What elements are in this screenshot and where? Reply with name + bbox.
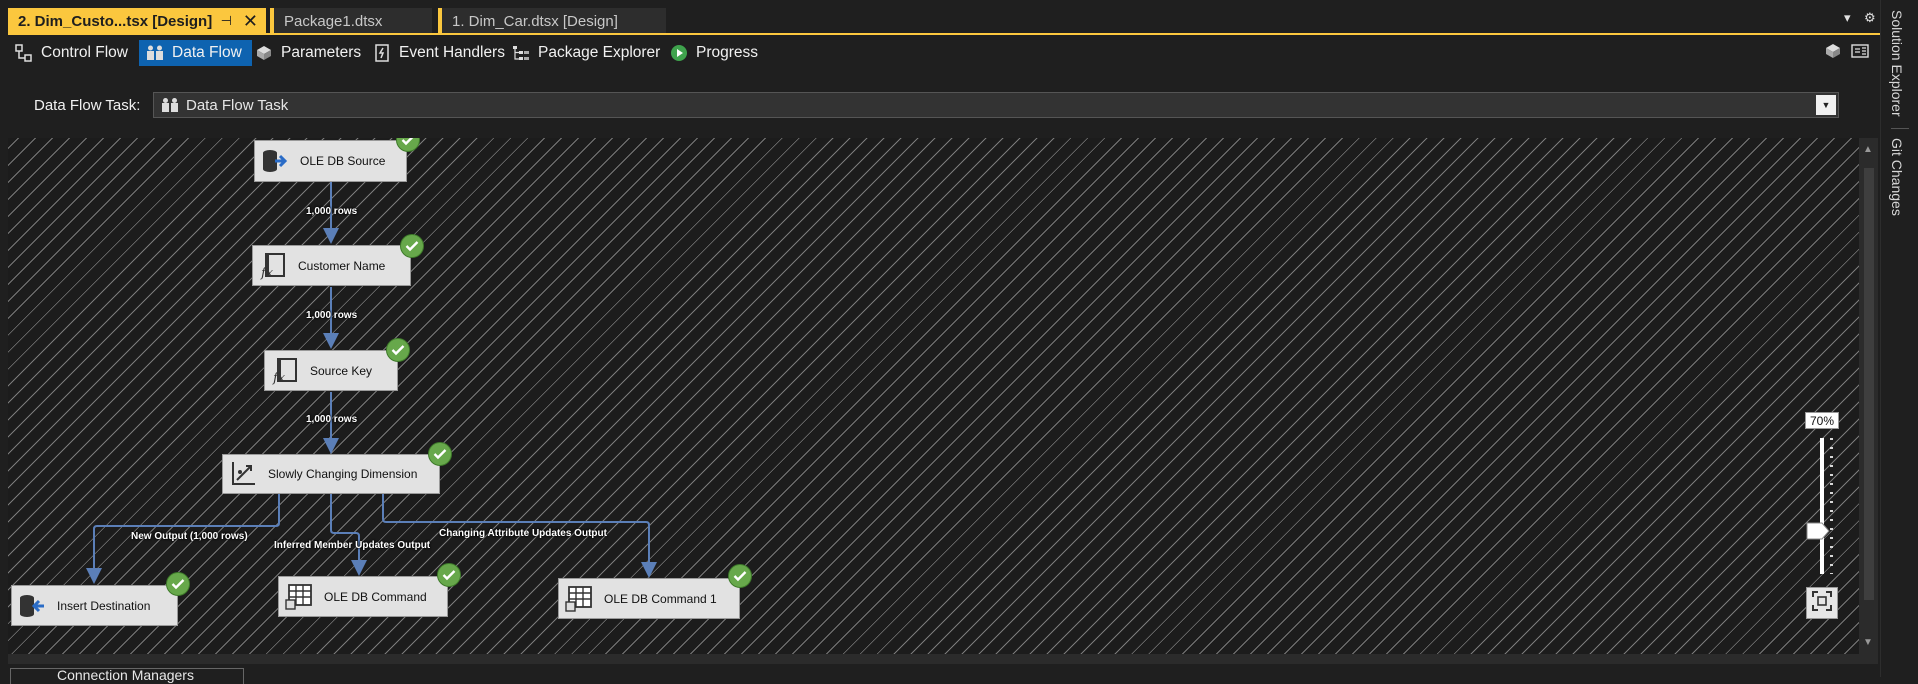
success-check-icon	[166, 572, 190, 596]
chevron-down-icon[interactable]: ▼	[1816, 95, 1836, 115]
tab-label: Progress	[696, 44, 759, 61]
zoom-level-label: 70%	[1805, 412, 1839, 429]
canvas-bottom-divider	[8, 654, 1878, 664]
side-tool-windows: Solution Explorer Git Changes	[1880, 0, 1918, 677]
path-row-count-label: 1,000 rows	[306, 206, 358, 217]
data-flow-task-value: Data Flow Task	[186, 96, 289, 114]
document-tab-label: Package1.dtsx	[284, 12, 383, 30]
path-scd-inferred-member	[330, 494, 367, 576]
component-ole-db-source[interactable]: OLE DB Source	[254, 140, 407, 182]
zoom-slider-thumb[interactable]	[1806, 522, 1830, 544]
close-icon[interactable]: ✕	[243, 11, 258, 32]
ole-db-command-icon	[284, 582, 314, 612]
tab-connection-managers[interactable]: Connection Managers	[10, 668, 244, 684]
data-flow-task-row: Data Flow Task: Data Flow Task ▼	[0, 80, 1880, 130]
pin-icon[interactable]: ⊣	[221, 13, 232, 29]
tab-label: Control Flow	[41, 44, 128, 61]
document-tab-label: 1. Dim_Car.dtsx [Design]	[452, 12, 618, 30]
document-tab-dim-car[interactable]: 1. Dim_Car.dtsx [Design]	[438, 8, 666, 34]
side-tab-divider	[1891, 128, 1909, 129]
path-inferred-member-label: Inferred Member Updates Output	[274, 540, 431, 551]
control-flow-icon	[14, 43, 34, 63]
document-tab-package1[interactable]: Package1.dtsx	[270, 8, 432, 34]
document-tab-label: 2. Dim_Custo...tsx [Design]	[18, 12, 213, 30]
component-label: Source Key	[310, 363, 373, 378]
data-flow-task-label: Data Flow Task:	[34, 97, 141, 114]
svg-text:fx: fx	[272, 371, 286, 385]
canvas-vertical-scrollbar[interactable]: ▲ ▼	[1859, 138, 1878, 654]
tab-label: Parameters	[281, 44, 362, 61]
component-insert-destination[interactable]: Insert Destination	[11, 585, 178, 626]
ole-db-source-icon	[260, 146, 290, 176]
component-source-key[interactable]: fx Source Key	[264, 350, 398, 391]
scrollbar-thumb[interactable]	[1864, 168, 1874, 600]
tab-parameters[interactable]: Parameters	[248, 40, 371, 66]
path-row-count-label: 1,000 rows	[306, 414, 358, 425]
component-label: Slowly Changing Dimension	[268, 467, 418, 481]
component-ole-db-command-1[interactable]: OLE DB Command 1	[558, 578, 740, 619]
tab-control-flow[interactable]: Control Flow	[8, 40, 138, 66]
tab-strip-underline	[8, 33, 1880, 35]
tab-label: Data Flow	[172, 44, 242, 61]
ole-db-command-icon	[564, 584, 594, 614]
scroll-up-icon[interactable]: ▲	[1863, 144, 1873, 155]
component-label: OLE DB Source	[300, 154, 386, 168]
package-explorer-icon	[511, 43, 531, 63]
success-check-icon	[437, 563, 461, 587]
component-label: OLE DB Command 1	[604, 591, 717, 606]
settings-gear-icon[interactable]: ⚙	[1864, 10, 1876, 26]
document-tab-strip: 2. Dim_Custo...tsx [Design] ⊣ ✕ Package1…	[0, 0, 1880, 35]
event-handlers-icon	[372, 43, 392, 63]
derived-column-icon: fx	[258, 251, 288, 281]
ole-db-destination-icon	[17, 591, 47, 621]
success-check-icon	[428, 442, 452, 466]
path-new-output-label: New Output (1,000 rows)	[131, 531, 248, 542]
component-label: OLE DB Command	[324, 589, 427, 604]
data-flow-design-surface[interactable]: 1,000 rows 1,000 rows 1,000 rows New Out…	[8, 138, 1859, 654]
slowly-changing-dimension-icon	[228, 459, 258, 489]
side-tab-solution-explorer[interactable]: Solution Explorer	[1889, 10, 1905, 117]
document-tab-dim-customer[interactable]: 2. Dim_Custo...tsx [Design] ⊣ ✕	[8, 8, 266, 34]
scroll-down-icon[interactable]: ▼	[1863, 637, 1873, 648]
svg-text:fx: fx	[260, 266, 274, 280]
side-tab-git-changes[interactable]: Git Changes	[1889, 138, 1905, 216]
component-ole-db-command[interactable]: OLE DB Command	[278, 576, 448, 617]
data-flow-task-icon	[160, 96, 180, 114]
progress-play-icon	[669, 43, 689, 63]
zoom-slider-ticks	[1830, 438, 1833, 574]
tab-label: Event Handlers	[399, 44, 505, 61]
path-changing-attribute-label: Changing Attribute Updates Output	[439, 528, 607, 539]
data-flow-task-select[interactable]: Data Flow Task ▼	[153, 92, 1839, 118]
tab-progress[interactable]: Progress	[663, 40, 768, 66]
derived-column-icon: fx	[270, 356, 300, 386]
success-check-icon	[386, 338, 410, 362]
component-label: Insert Destination	[57, 598, 151, 613]
variables-icon[interactable]	[1824, 42, 1842, 64]
tab-label: Connection Managers	[57, 668, 194, 683]
tab-data-flow[interactable]: Data Flow	[139, 40, 252, 66]
component-customer-name[interactable]: fx Customer Name	[252, 245, 411, 286]
data-flow-icon	[145, 43, 165, 63]
component-slowly-changing-dimension[interactable]: Slowly Changing Dimension	[222, 454, 440, 494]
path-row-count-label: 1,000 rows	[306, 310, 358, 321]
parameters-icon	[254, 43, 274, 63]
zoom-fit-icon	[1812, 591, 1832, 615]
tab-package-explorer[interactable]: Package Explorer	[505, 40, 670, 66]
success-check-icon	[400, 234, 424, 258]
designer-toolbar: Control Flow Data Flow Parameters Event …	[8, 37, 1880, 67]
tab-event-handlers[interactable]: Event Handlers	[366, 40, 515, 66]
zoom-to-fit-button[interactable]	[1806, 587, 1838, 619]
tab-label: Package Explorer	[538, 44, 661, 61]
toolbox-icon[interactable]	[1851, 42, 1869, 64]
tab-list-dropdown-icon[interactable]: ▾	[1844, 10, 1851, 26]
zoom-slider-track[interactable]	[1820, 438, 1824, 574]
component-label: Customer Name	[298, 258, 386, 273]
success-check-icon	[728, 564, 752, 588]
connection-managers-pane: Connection Managers	[0, 664, 1880, 684]
